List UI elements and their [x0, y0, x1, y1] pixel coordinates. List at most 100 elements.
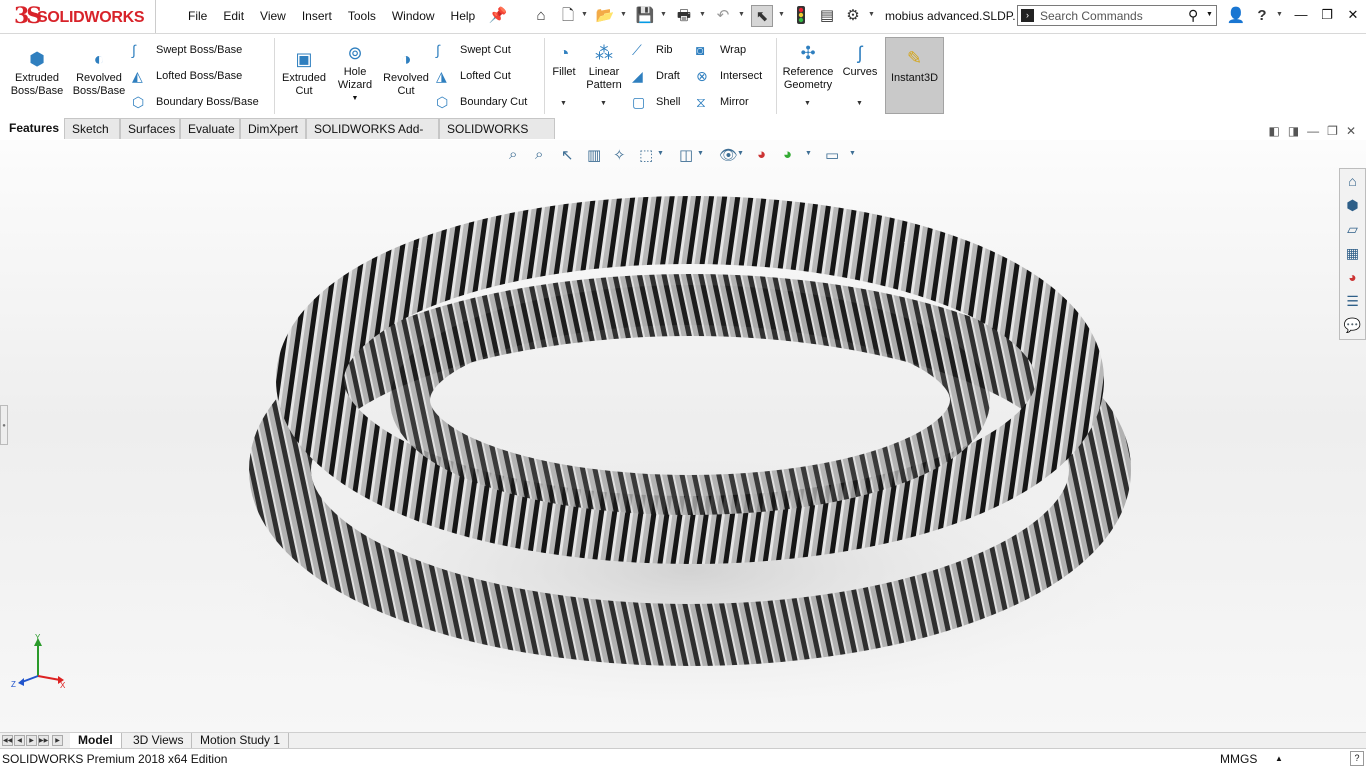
shell-button[interactable]: ▢ Shell [632, 95, 680, 109]
panel-left-icon[interactable]: ◧ [1268, 124, 1279, 138]
triad-x-label: X [60, 681, 66, 690]
doc-restore-icon[interactable]: ❐ [1327, 124, 1338, 138]
fillet-button[interactable]: ◔ Fillet [546, 42, 582, 79]
options-dropdown-icon[interactable]: ▼ [868, 11, 875, 18]
design-library-icon[interactable]: ⬢ [1340, 193, 1365, 217]
tab-model[interactable]: Model [70, 733, 122, 748]
help-icon[interactable]: ? [1252, 5, 1272, 27]
curves-dropdown-icon[interactable]: ▼ [856, 100, 863, 107]
boundary-boss-button[interactable]: ⬡ Boundary Boss/Base [132, 95, 259, 109]
menu-tools[interactable]: Tools [340, 9, 384, 23]
instant3d-button[interactable]: ✎ Instant3D [885, 37, 944, 114]
restore-icon[interactable]: ❐ [1314, 0, 1340, 33]
first-tab-icon[interactable]: ◀◀ [2, 735, 13, 746]
swept-boss-button[interactable]: ∫ Swept Boss/Base [132, 43, 242, 57]
tab-surfaces[interactable]: Surfaces [120, 118, 180, 139]
shell-icon: ▢ [632, 94, 646, 111]
menu-file[interactable]: File [180, 9, 215, 23]
options-icon[interactable]: ⚙ [842, 5, 864, 27]
linear-pattern-dropdown-icon[interactable]: ▼ [600, 100, 607, 107]
menu-help[interactable]: Help [443, 9, 484, 23]
search-commands[interactable]: › ⚲ ▼ [1017, 5, 1217, 26]
rebuild-icon[interactable] [792, 5, 810, 27]
wrap-button[interactable]: ◙ Wrap [696, 43, 746, 57]
open-dropdown-icon[interactable]: ▼ [620, 11, 627, 18]
new-document-icon[interactable]: 🗋 [558, 5, 578, 27]
prev-tab-icon[interactable]: ◀ [14, 735, 25, 746]
boundary-cut-button[interactable]: ⬡ Boundary Cut [436, 95, 527, 109]
file-properties-icon[interactable]: ▤ [816, 5, 838, 27]
hole-wizard-dropdown-icon[interactable]: ▼ [331, 92, 379, 105]
appearances-icon[interactable]: ◕ [1340, 265, 1365, 289]
user-icon[interactable]: 👤 [1225, 5, 1247, 27]
open-icon[interactable]: 📂 [594, 5, 616, 27]
reference-geometry-button[interactable]: ✣ Reference Geometry [779, 42, 837, 92]
pin-icon[interactable]: 📌 [488, 5, 508, 27]
status-help-icon[interactable]: ? [1350, 751, 1364, 766]
select-dropdown-icon[interactable]: ▼ [778, 11, 785, 18]
rib-button[interactable]: ⟋ Rib [632, 43, 673, 57]
new-dropdown-icon[interactable]: ▼ [581, 11, 588, 18]
mirror-button[interactable]: ⧖ Mirror [696, 95, 749, 109]
tab-solidworks-add-ins[interactable]: SOLIDWORKS Add-Ins [306, 118, 439, 157]
status-edition-text: SOLIDWORKS Premium 2018 x64 Edition [2, 752, 228, 766]
tab-scroll-icon[interactable]: ▶ [52, 735, 63, 746]
tab-motion-study-1[interactable]: Motion Study 1 [192, 733, 290, 748]
curves-button[interactable]: ʃ Curves [840, 42, 880, 79]
reference-geometry-dropdown-icon[interactable]: ▼ [804, 100, 811, 107]
lofted-boss-button[interactable]: ◭ Lofted Boss/Base [132, 69, 242, 83]
search-dropdown-icon[interactable]: ▼ [1206, 11, 1213, 18]
tab-solidworks-mbd[interactable]: SOLIDWORKS MBD [439, 118, 555, 157]
doc-close-icon[interactable]: ✕ [1346, 124, 1356, 138]
unit-system[interactable]: MMGS [1220, 752, 1257, 766]
select-icon[interactable]: ⬉ [751, 5, 773, 27]
solidworks-logo[interactable]: 3S SOLIDWORKS [0, 0, 156, 33]
mobius-coil-model [230, 196, 1150, 710]
print-icon[interactable]: 🖶 [673, 5, 695, 27]
tab-sketch[interactable]: Sketch [64, 118, 120, 139]
tab-evaluate[interactable]: Evaluate [180, 118, 240, 139]
extruded-cut-button[interactable]: ▣ Extruded Cut [277, 48, 331, 98]
unit-system-dropdown-icon[interactable]: ▲ [1275, 754, 1283, 763]
save-icon[interactable]: 💾 [634, 5, 656, 27]
extruded-boss-button[interactable]: ⬢ Extruded Boss/Base [6, 48, 68, 98]
swept-cut-button[interactable]: ∫ Swept Cut [436, 43, 511, 57]
menu-window[interactable]: Window [384, 9, 443, 23]
fillet-dropdown-icon[interactable]: ▼ [560, 100, 567, 107]
tab-3d-views[interactable]: 3D Views [125, 733, 193, 748]
home-icon[interactable]: ⌂ [530, 5, 552, 27]
panel-right-icon[interactable]: ◨ [1288, 124, 1299, 138]
search-icon[interactable]: ⚲ [1188, 7, 1198, 24]
tab-features[interactable]: Features [2, 118, 64, 139]
feature-manager-expand-handle[interactable]: ● [0, 405, 8, 445]
undo-icon[interactable]: ↶ [712, 5, 734, 27]
close-icon[interactable]: ✕ [1340, 0, 1366, 33]
revolved-boss-button[interactable]: ◐ Revolved Boss/Base [68, 48, 130, 98]
print-dropdown-icon[interactable]: ▼ [699, 11, 706, 18]
lofted-cut-button[interactable]: ◮ Lofted Cut [436, 69, 511, 83]
tab-dimxpert[interactable]: DimXpert [240, 118, 306, 139]
solidworks-resources-icon[interactable]: ⌂ [1340, 169, 1365, 193]
file-explorer-icon[interactable]: ▱ [1340, 217, 1365, 241]
custom-properties-icon[interactable]: ☰ [1340, 289, 1365, 313]
doc-minimize-icon[interactable]: — [1307, 124, 1319, 138]
minimize-icon[interactable]: — [1288, 0, 1314, 33]
linear-pattern-button[interactable]: ⁂ Linear Pattern [582, 42, 626, 92]
hole-wizard-button[interactable]: ⊚ Hole Wizard ▼ [331, 42, 379, 105]
graphics-area[interactable]: ⌕ ⌕ ↖ ▥ ✧ ⬚ ▼ ◫ ▼ 👁 ▼ ◕ ◕ ▼ ▭ ▼ ⌂ ⬢ ▱ ▦ … [0, 140, 1366, 732]
revolved-cut-button[interactable]: ◑ Revolved Cut [380, 48, 432, 98]
undo-dropdown-icon[interactable]: ▼ [738, 11, 745, 18]
view-palette-icon[interactable]: ▦ [1340, 241, 1365, 265]
draft-button[interactable]: ◢ Draft [632, 69, 680, 83]
last-tab-icon[interactable]: ▶▶ [38, 735, 49, 746]
menu-insert[interactable]: Insert [294, 9, 340, 23]
next-tab-icon[interactable]: ▶ [26, 735, 37, 746]
menu-view[interactable]: View [252, 9, 294, 23]
help-dropdown-icon[interactable]: ▼ [1276, 11, 1283, 18]
instant3d-icon: ✎ [906, 48, 923, 68]
forum-icon[interactable]: 💬 [1340, 313, 1365, 337]
menu-edit[interactable]: Edit [215, 9, 252, 23]
search-input[interactable] [1040, 8, 1190, 23]
intersect-button[interactable]: ⊗ Intersect [696, 69, 762, 83]
save-dropdown-icon[interactable]: ▼ [660, 11, 667, 18]
